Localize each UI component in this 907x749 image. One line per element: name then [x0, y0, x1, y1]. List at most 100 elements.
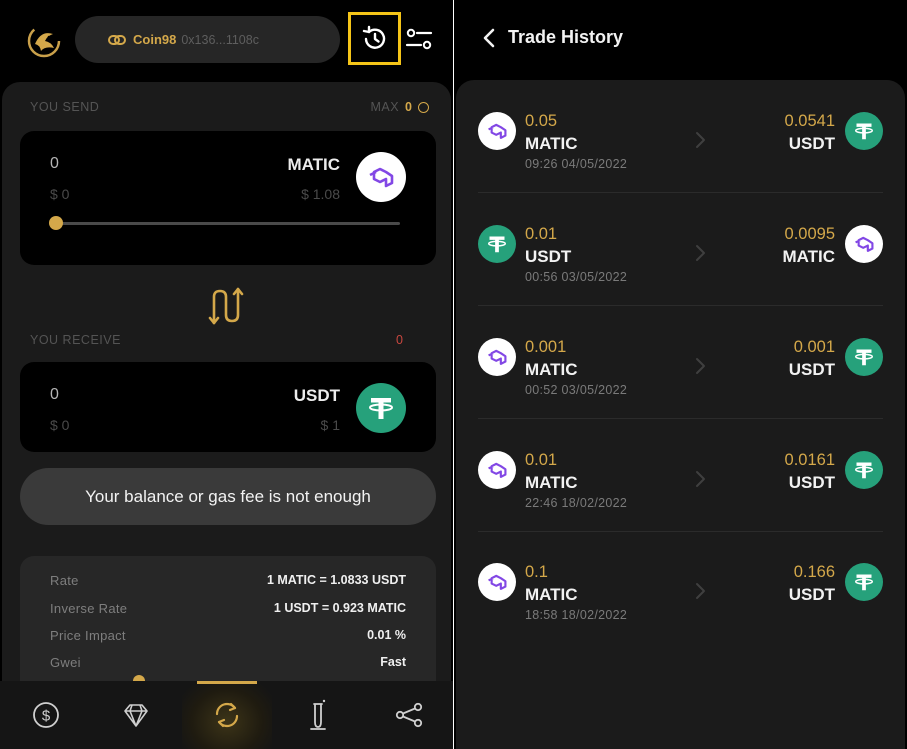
trade-time: 00:52 03/05/2022	[525, 383, 628, 397]
from-symbol: MATIC	[525, 473, 578, 492]
info-row-rate: Rate 1 MATIC = 1.0833 USDT	[50, 570, 406, 590]
swap-direction-icon[interactable]	[206, 285, 248, 327]
rate-label: Rate	[50, 572, 79, 588]
nav-lab[interactable]	[273, 681, 363, 749]
bottom-navigation: $	[0, 681, 453, 749]
usdt-icon	[845, 338, 883, 376]
gwei-value[interactable]: Fast	[380, 655, 406, 669]
diamond-icon	[124, 704, 148, 727]
to-symbol: MATIC	[782, 247, 835, 266]
to-symbol: USDT	[788, 473, 835, 492]
matic-icon	[478, 338, 516, 376]
trade-time: 22:46 18/02/2022	[525, 496, 628, 510]
from-amount: 0.001	[525, 338, 567, 356]
send-label: YOU SEND	[30, 100, 100, 114]
nav-active-indicator	[197, 681, 257, 684]
send-amount-input[interactable]: 0	[50, 155, 59, 173]
swap-header: Coin98 0x136...1108c	[0, 0, 453, 80]
amount-slider-handle[interactable]	[49, 216, 63, 230]
trade-history-screen: Trade History 0.05 MATIC 09:26 04/05/2022 0…	[454, 0, 907, 749]
trade-row[interactable]: 0.1 MATIC 18:58 18/02/2022 0.166 USDT	[456, 531, 905, 644]
trade-row[interactable]: 0.01 USDT 00:56 03/05/2022 0.0095 MATIC	[456, 193, 905, 306]
matic-icon	[478, 451, 516, 489]
info-row-inverse-rate: Inverse Rate 1 USDT = 0.923 MATIC	[50, 598, 406, 618]
wallet-name: Coin98	[133, 32, 177, 47]
nav-swap[interactable]	[182, 681, 272, 749]
to-amount: 0.0095	[784, 225, 835, 243]
from-symbol: USDT	[525, 247, 572, 266]
receive-amount-usd: $ 0	[50, 417, 70, 433]
chevron-right-icon	[696, 471, 705, 487]
receive-amount: 0	[50, 386, 59, 403]
max-button[interactable]: MAX 0	[370, 100, 429, 114]
matic-icon	[478, 112, 516, 150]
trade-row[interactable]: 0.01 MATIC 22:46 18/02/2022 0.0161 USDT	[456, 419, 905, 532]
max-label: MAX	[370, 100, 400, 114]
link-icon	[108, 34, 126, 45]
from-symbol: MATIC	[525, 134, 578, 153]
to-amount: 0.001	[793, 338, 835, 356]
usdt-icon	[845, 112, 883, 150]
gwei-label: Gwei	[50, 654, 81, 670]
from-symbol: MATIC	[525, 585, 578, 604]
inverse-rate-label: Inverse Rate	[50, 600, 128, 616]
trade-time: 00:56 03/05/2022	[525, 270, 628, 284]
wallet-address: 0x136...1108c	[181, 32, 259, 47]
send-amount-usd: $ 0	[50, 186, 70, 202]
rate-value: 1 MATIC = 1.0833 USDT	[266, 573, 406, 587]
price-impact-value: 0.01 %	[367, 628, 406, 642]
coin98-logo-icon[interactable]	[27, 24, 61, 58]
share-icon	[395, 702, 423, 728]
trade-row[interactable]: 0.001 MATIC 00:52 03/05/2022 0.001 USDT	[456, 306, 905, 419]
max-value: 0	[405, 100, 412, 114]
to-amount: 0.166	[793, 563, 835, 581]
nav-wallet[interactable]: $	[1, 681, 91, 749]
receive-token-price: $ 1	[320, 417, 340, 433]
svg-text:$: $	[42, 708, 51, 725]
history-button[interactable]	[348, 12, 401, 65]
send-token-card: 0 $ 0 MATIC $ 1.08	[20, 131, 436, 265]
usdt-icon	[845, 451, 883, 489]
max-ring-icon	[418, 101, 429, 113]
flask-icon	[310, 699, 326, 730]
usdt-icon[interactable]	[356, 383, 406, 433]
from-amount: 0.1	[525, 563, 548, 581]
trade-row[interactable]: 0.05 MATIC 09:26 04/05/2022 0.0541 USDT	[456, 80, 905, 193]
send-token-symbol[interactable]: MATIC	[287, 155, 340, 175]
nav-nft[interactable]	[91, 681, 181, 749]
from-symbol: MATIC	[525, 360, 578, 379]
matic-icon	[478, 563, 516, 601]
chevron-right-icon	[696, 132, 705, 148]
wallet-selector[interactable]: Coin98 0x136...1108c	[75, 16, 340, 63]
amount-slider-track[interactable]	[56, 222, 400, 225]
receive-label: YOU RECEIVE	[30, 333, 121, 347]
usdt-icon	[478, 225, 516, 263]
nav-share[interactable]	[364, 681, 453, 749]
from-amount: 0.01	[525, 225, 558, 243]
history-icon	[362, 25, 385, 49]
chevron-right-icon	[696, 583, 705, 599]
back-arrow-icon[interactable]	[478, 26, 502, 50]
matic-icon	[845, 225, 883, 263]
trade-info-card: Rate 1 MATIC = 1.0833 USDT Inverse Rate …	[20, 556, 436, 696]
receive-token-symbol[interactable]: USDT	[294, 386, 340, 406]
trade-time: 18:58 18/02/2022	[525, 608, 628, 622]
swap-submit-button[interactable]: Your balance or gas fee is not enough	[20, 468, 436, 525]
from-amount: 0.01	[525, 451, 558, 469]
usdt-icon	[845, 563, 883, 601]
matic-icon[interactable]	[356, 152, 406, 202]
price-impact-label: Price Impact	[50, 627, 126, 643]
trade-time: 09:26 04/05/2022	[525, 157, 628, 171]
to-amount: 0.0541	[784, 112, 835, 130]
swap-icon	[215, 702, 239, 728]
trade-history-list: 0.05 MATIC 09:26 04/05/2022 0.0541 USDT 0.01 U…	[456, 80, 905, 749]
chevron-right-icon	[696, 358, 705, 374]
receive-token-card: 0 $ 0 USDT $ 1	[20, 362, 436, 452]
to-amount: 0.0161	[784, 451, 835, 469]
settings-sliders-icon[interactable]	[404, 24, 434, 54]
dollar-icon: $	[33, 702, 59, 728]
swap-screen: Coin98 0x136...1108c YOU SEND MAX 0 0 $ …	[0, 0, 453, 749]
page-title: Trade History	[508, 27, 624, 47]
receive-balance: 0	[396, 333, 403, 347]
chevron-right-icon	[696, 245, 705, 261]
